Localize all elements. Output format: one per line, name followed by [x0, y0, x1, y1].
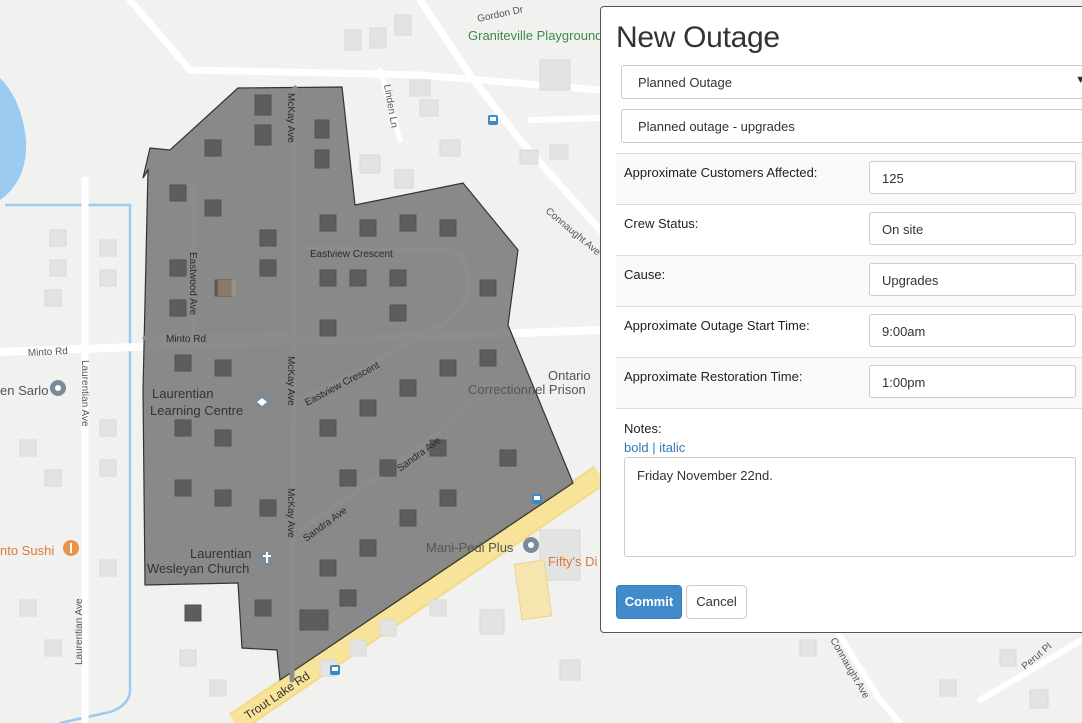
- new-outage-dialog: New Outage Planned Outage ▼ Planned outa…: [600, 6, 1082, 633]
- form-row-crew-status: Crew Status: On site: [616, 204, 1082, 255]
- place-label-fiftys: Fifty's Di: [548, 554, 598, 569]
- commit-button[interactable]: Commit: [616, 585, 682, 619]
- restoration-time-label: Approximate Restoration Time:: [624, 369, 803, 384]
- place-label-sushi: nto Sushi: [0, 543, 54, 558]
- notes-label: Notes:: [624, 421, 662, 436]
- start-time-input[interactable]: 9:00am: [869, 314, 1076, 347]
- description-input[interactable]: Planned outage - upgrades: [621, 109, 1082, 143]
- dialog-title: New Outage: [616, 21, 780, 54]
- street-label-minto: Minto Rd: [28, 346, 69, 359]
- outage-type-select[interactable]: Planned Outage ▼: [621, 65, 1082, 99]
- customers-label: Approximate Customers Affected:: [624, 165, 818, 180]
- cancel-button[interactable]: Cancel: [686, 585, 747, 619]
- street-label-eastview-top: Eastview Crescent: [310, 249, 393, 260]
- customers-input[interactable]: 125: [869, 161, 1076, 194]
- place-label-sarlo: en Sarlo: [0, 383, 48, 398]
- place-label-learning-1: Laurentian: [152, 386, 213, 401]
- cause-input[interactable]: Upgrades: [869, 263, 1076, 296]
- notes-section: Notes: bold | italic Friday November 22n…: [616, 408, 1082, 562]
- bold-link[interactable]: bold: [624, 440, 649, 455]
- place-label-playground: Graniteville Playground: [468, 28, 602, 43]
- dropdown-arrow-icon: ▼: [1075, 74, 1082, 86]
- place-label-manipedi: Mani-Pedi Plus: [426, 540, 514, 555]
- street-label-laurentian-2: Laurentian Ave: [74, 598, 85, 665]
- bus-stop-icon: [330, 665, 340, 675]
- bus-stop-icon: [532, 494, 542, 504]
- restoration-time-input[interactable]: 1:00pm: [869, 365, 1076, 398]
- street-label-minto-inside: Minto Rd: [166, 334, 206, 345]
- school-pin-icon: [254, 394, 270, 410]
- place-label-prison-2: Correctionnel Prison: [468, 382, 586, 397]
- place-label-learning-2: Learning Centre: [150, 403, 243, 418]
- description-value: Planned outage - upgrades: [638, 119, 795, 134]
- form-row-restoration-time: Approximate Restoration Time: 1:00pm: [616, 357, 1082, 408]
- italic-link[interactable]: italic: [659, 440, 685, 455]
- street-label-eastwood: Eastwood Ave: [187, 252, 198, 316]
- form-row-customers: Approximate Customers Affected: 125: [616, 153, 1082, 204]
- place-label-church-1: Laurentian: [190, 546, 251, 561]
- place-label-prison-1: Ontario: [548, 368, 591, 383]
- format-separator: |: [652, 440, 656, 455]
- format-toolbar: bold | italic: [624, 440, 685, 455]
- street-label-mckay-low: McKay Ave: [285, 488, 296, 538]
- crew-status-input[interactable]: On site: [869, 212, 1076, 245]
- crew-status-label: Crew Status:: [624, 216, 699, 231]
- street-label-mckay-mid: McKay Ave: [285, 356, 296, 406]
- street-label-laurentian-1: Laurentian Ave: [79, 360, 90, 427]
- cause-label: Cause:: [624, 267, 666, 282]
- place-label-church-2: Wesleyan Church: [147, 561, 249, 576]
- outage-type-value: Planned Outage: [638, 75, 732, 90]
- notes-textarea[interactable]: Friday November 22nd.: [624, 457, 1076, 557]
- church-pin-icon: [259, 550, 275, 566]
- form-row-cause: Cause: Upgrades: [616, 255, 1082, 306]
- form-row-start-time: Approximate Outage Start Time: 9:00am: [616, 306, 1082, 357]
- street-label-mckay-top: McKay Ave: [285, 93, 296, 143]
- bus-stop-icon: [488, 115, 498, 125]
- manipedi-pin-icon: [523, 537, 539, 553]
- start-time-label: Approximate Outage Start Time:: [624, 318, 810, 333]
- restaurant-pin-icon: [63, 540, 79, 556]
- location-pin-icon: [50, 380, 66, 396]
